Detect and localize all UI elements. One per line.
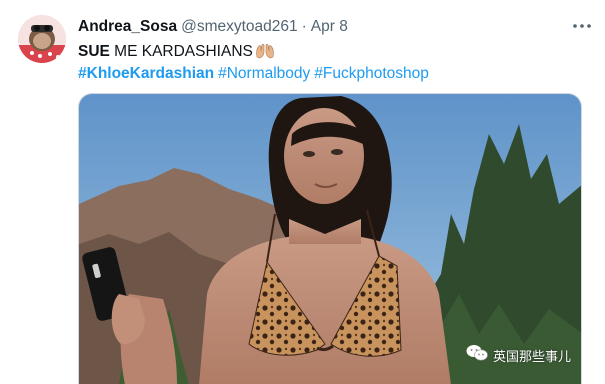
avatar-image <box>18 15 66 63</box>
tweet-text: SUE ME KARDASHIANS <box>78 42 275 65</box>
raised-hands-emoji <box>255 43 275 65</box>
author-handle[interactable]: @smexytoad261 <box>181 18 298 35</box>
tweet-text-rest: ME KARDASHIANS <box>109 43 253 60</box>
hashtag-khloekardashian[interactable]: #KhloeKardashian <box>78 65 214 82</box>
tweet-header: Andrea_Sosa @smexytoad261 · Apr 8 <box>78 17 348 37</box>
tweet-photo[interactable] <box>78 93 582 384</box>
hashtag-row: #KhloeKardashian #Normalbody #Fuckphotosho… <box>78 64 433 84</box>
tweet-text-bold: SUE <box>78 43 110 60</box>
more-horizontal-icon[interactable] <box>570 16 594 36</box>
photo-image <box>79 94 581 384</box>
hashtag-fuckphotoshop[interactable]: #Fuckphotoshop <box>314 65 429 82</box>
author-avatar[interactable] <box>18 15 66 63</box>
watermark-text: 英国那些事儿 <box>493 349 572 365</box>
tweet: Andrea_Sosa @smexytoad261 · Apr 8 SUE ME KA… <box>0 0 605 384</box>
separator-dot: · <box>301 18 307 35</box>
wechat-watermark: 英国那些事儿 <box>466 345 571 365</box>
wechat-logo-icon <box>466 344 488 366</box>
author-name[interactable]: Andrea_Sosa <box>78 18 177 35</box>
hashtag-normalbody[interactable]: #Normalbody <box>218 65 310 82</box>
tweet-date[interactable]: Apr 8 <box>311 18 348 35</box>
